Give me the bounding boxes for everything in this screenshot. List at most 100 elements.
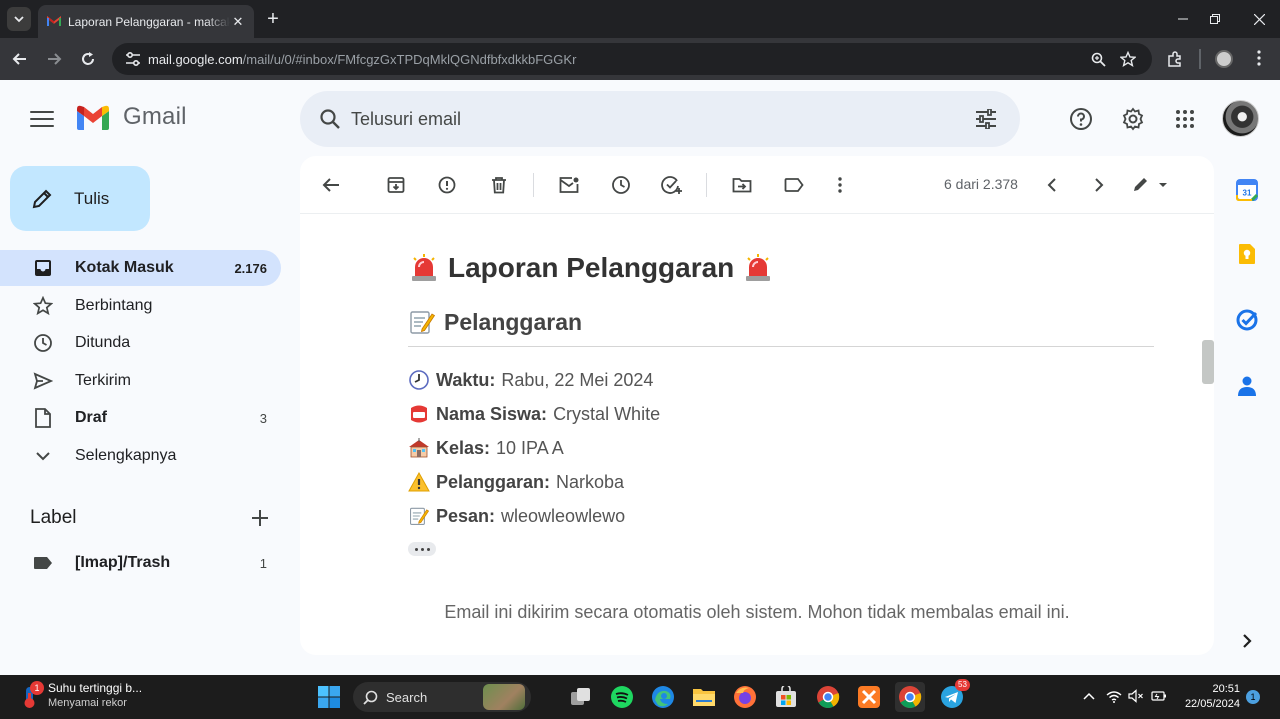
contacts-app-icon[interactable] [1234, 373, 1260, 399]
back-to-inbox-button[interactable] [318, 172, 344, 198]
sidebar-item-label: Ditunda [75, 334, 131, 351]
chrome-profile-taskbar-icon[interactable] [813, 682, 843, 712]
move-to-button[interactable] [729, 172, 755, 198]
settings-gear-icon[interactable] [1118, 104, 1148, 134]
reload-button[interactable] [76, 47, 100, 71]
tab-search-button[interactable] [7, 7, 31, 31]
sidebar-item-inbox[interactable]: Kotak Masuk 2.176 [0, 250, 281, 286]
detail-key: Pelanggaran: [436, 471, 551, 492]
bookmark-star-icon[interactable] [1120, 51, 1136, 67]
inbox-icon [30, 259, 56, 277]
gmail-wordmark: Gmail [123, 103, 187, 130]
keep-app-icon[interactable] [1234, 241, 1260, 267]
battery-icon[interactable] [1150, 687, 1168, 705]
detail-row-message: Pesan: wleowleowlewo [408, 499, 1154, 533]
tasks-app-icon[interactable] [1234, 307, 1260, 333]
edge-taskbar-icon[interactable] [648, 682, 678, 712]
show-hidden-icons-button[interactable] [1080, 687, 1098, 705]
xampp-taskbar-icon[interactable] [854, 682, 884, 712]
gmail-logo[interactable]: Gmail [75, 103, 187, 131]
help-icon[interactable] [1066, 104, 1096, 134]
weather-text: Suhu tertinggi b... Menyamai rekor [48, 681, 142, 711]
email-body: Laporan Pelanggaran Pelanggaran Waktu: R… [408, 248, 1154, 556]
zoom-icon[interactable] [1090, 51, 1106, 67]
spotify-taskbar-icon[interactable] [607, 682, 637, 712]
older-button[interactable] [1086, 172, 1112, 198]
search-bar[interactable]: Telusuri email [300, 91, 1020, 147]
scrollbar-thumb[interactable] [1202, 340, 1214, 384]
input-tools-button[interactable] [1130, 172, 1170, 198]
url-text: mail.google.com/mail/u/0/#inbox/FMfcgzGx… [148, 52, 576, 67]
file-explorer-taskbar-icon[interactable] [689, 682, 719, 712]
firefox-taskbar-icon[interactable] [730, 682, 760, 712]
detail-value: Rabu, 22 Mei 2024 [501, 369, 654, 390]
labels-button[interactable] [781, 172, 807, 198]
speaker-muted-icon[interactable] [1127, 687, 1145, 705]
system-clock[interactable]: 20:51 22/05/2024 [1180, 682, 1240, 712]
sidebar-item-drafts[interactable]: Draf 3 [0, 400, 281, 436]
send-icon [30, 372, 56, 390]
task-view-button[interactable] [566, 682, 596, 712]
search-input[interactable]: Telusuri email [351, 109, 970, 130]
close-window-button[interactable] [1236, 0, 1280, 38]
delete-button[interactable] [486, 172, 512, 198]
label-icon [784, 178, 804, 192]
browser-tab-active[interactable]: Laporan Pelanggaran - matcak7 ✕ [38, 5, 254, 38]
telegram-taskbar-icon[interactable]: 53 [937, 679, 970, 712]
start-button[interactable] [314, 682, 344, 712]
profile-avatar-icon[interactable] [1215, 50, 1233, 68]
sidebar-item-more[interactable]: Selengkapnya [0, 438, 281, 474]
sidebar-item-label: [Imap]/Trash [75, 554, 171, 571]
newer-button[interactable] [1039, 172, 1065, 198]
chevron-right-icon [1243, 634, 1252, 648]
add-to-tasks-button[interactable] [659, 172, 685, 198]
sidebar-label-imap-trash[interactable]: [Imap]/Trash 1 [0, 545, 281, 581]
restore-button[interactable] [1192, 0, 1238, 38]
chrome-menu-icon[interactable] [1251, 50, 1267, 66]
calendar-app-icon[interactable]: 31 [1234, 177, 1260, 203]
memo-emoji-icon [408, 308, 436, 336]
trash-icon [492, 177, 506, 194]
weather-widget[interactable]: 1 Suhu tertinggi b... Menyamai rekor [20, 681, 142, 711]
arrow-left-icon [12, 53, 26, 65]
siren-emoji-icon [742, 252, 774, 284]
clock-date: 22/05/2024 [1184, 698, 1240, 710]
sidebar-item-snoozed[interactable]: Ditunda [0, 325, 281, 361]
sidebar-item-sent[interactable]: Terkirim [0, 363, 281, 399]
forward-button[interactable] [42, 47, 66, 71]
search-icon[interactable] [316, 108, 344, 130]
more-options-button[interactable] [827, 172, 853, 198]
show-trimmed-content-button[interactable] [408, 542, 436, 556]
notification-badge[interactable]: 1 [1246, 690, 1260, 704]
site-info-icon[interactable] [118, 52, 148, 66]
apps-grid-icon[interactable] [1170, 104, 1200, 134]
label-icon [30, 556, 56, 570]
tab-close-icon[interactable]: ✕ [230, 14, 246, 30]
extensions-icon[interactable] [1167, 51, 1183, 67]
mark-unread-button[interactable] [556, 172, 582, 198]
detail-key: Kelas: [436, 437, 491, 458]
taskbar-search[interactable]: Search [353, 682, 531, 712]
search-icon [363, 690, 378, 705]
compose-button[interactable]: Tulis [10, 166, 150, 231]
address-bar[interactable]: mail.google.com/mail/u/0/#inbox/FMfcgzGx… [112, 43, 1152, 75]
store-taskbar-icon[interactable] [771, 682, 801, 712]
mark-unread-icon [559, 177, 579, 193]
chrome-taskbar-icon-active[interactable] [895, 682, 925, 712]
detail-value: Narkoba [556, 471, 625, 492]
snooze-button[interactable] [608, 172, 634, 198]
new-tab-button[interactable]: + [262, 8, 284, 30]
search-options-icon[interactable] [970, 109, 1002, 129]
back-button[interactable] [8, 47, 32, 71]
plus-icon [252, 510, 268, 526]
wifi-icon[interactable] [1105, 687, 1123, 705]
report-spam-button[interactable] [434, 172, 460, 198]
violation-details: Waktu: Rabu, 22 Mei 2024 Nama Siswa: Cry… [408, 363, 1154, 533]
archive-button[interactable] [383, 172, 409, 198]
show-side-panel-button[interactable] [1234, 628, 1260, 654]
account-avatar[interactable] [1222, 100, 1259, 137]
chevron-left-icon [1047, 178, 1056, 192]
create-label-button[interactable] [248, 506, 272, 530]
main-menu-button[interactable] [30, 108, 54, 130]
sidebar-item-starred[interactable]: Berbintang [0, 288, 281, 324]
